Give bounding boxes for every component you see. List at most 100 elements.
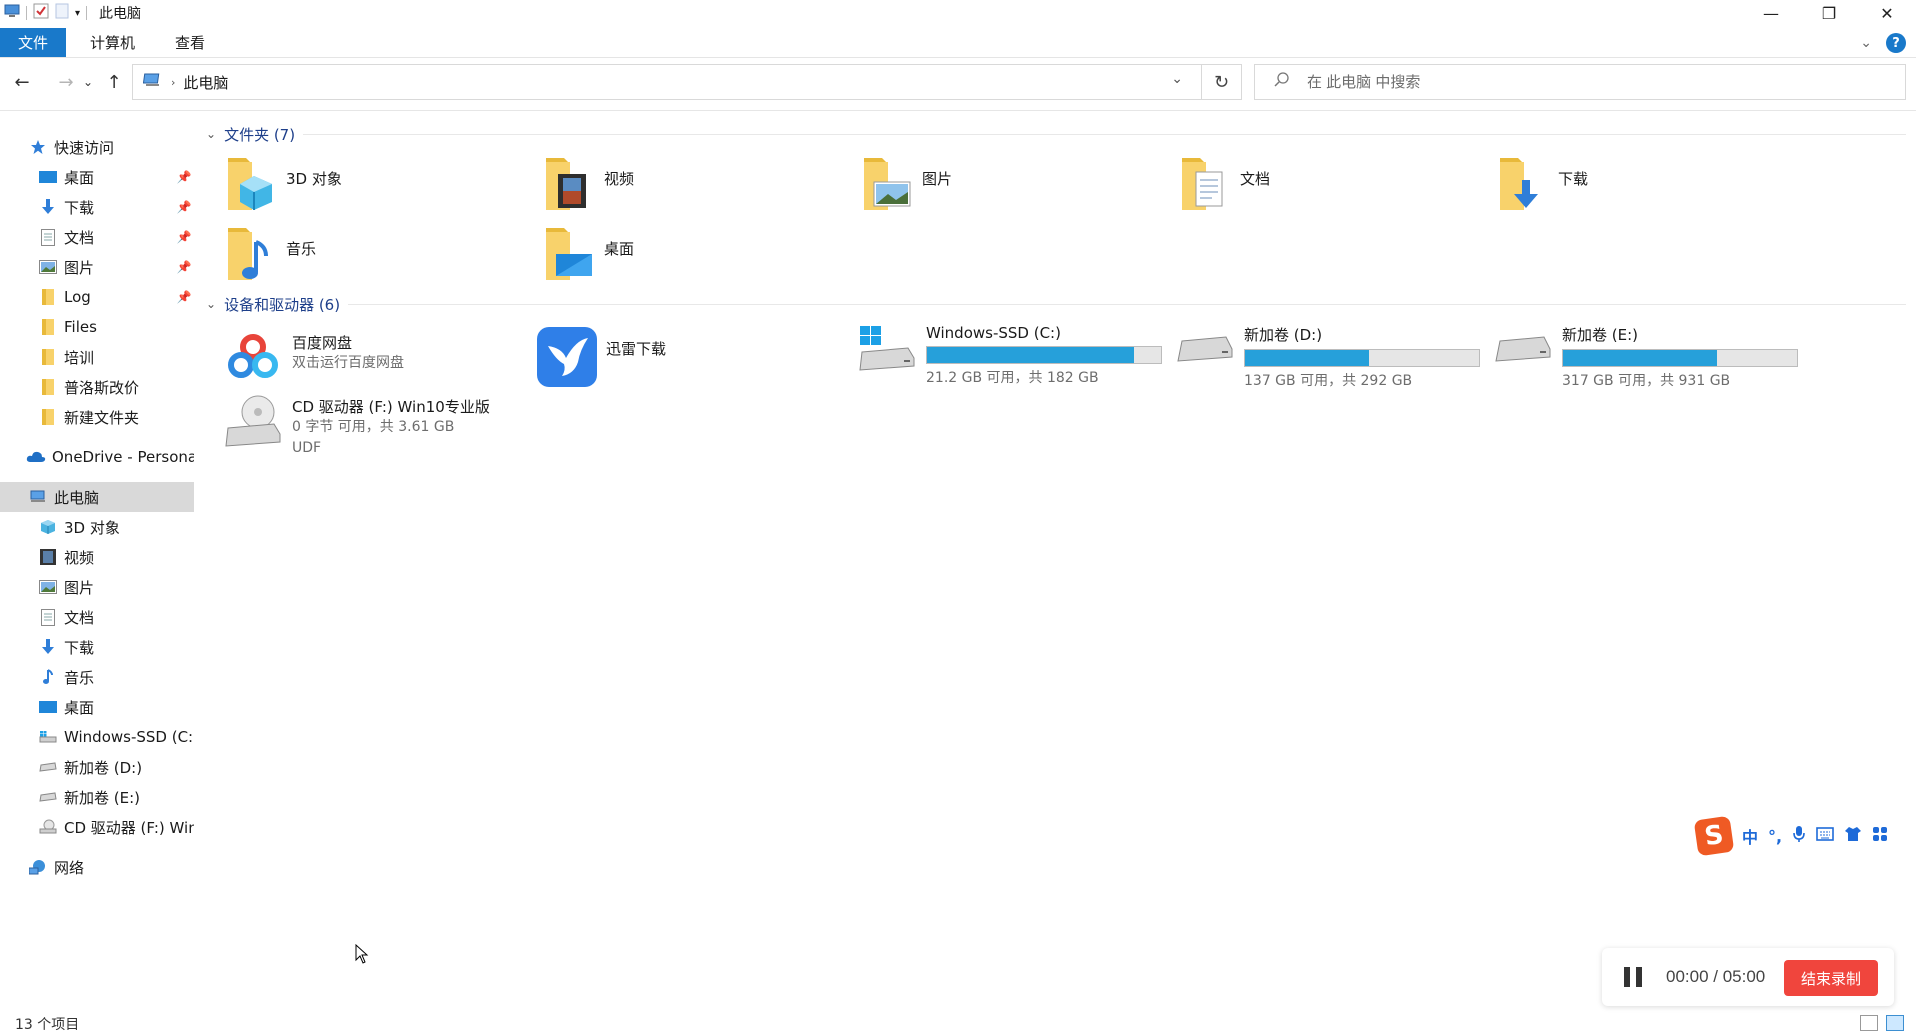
search-box[interactable] xyxy=(1254,64,1906,100)
pin-icon[interactable]: 📌 xyxy=(174,260,194,274)
pin-icon[interactable]: 📌 xyxy=(174,290,194,304)
pause-button[interactable] xyxy=(1624,967,1646,987)
sidebar-item-music[interactable]: 音乐 xyxy=(0,662,194,692)
tab-view[interactable]: 查看 xyxy=(159,28,221,57)
restore-button[interactable]: ❐ xyxy=(1800,0,1858,26)
details-view-icon[interactable] xyxy=(1860,1015,1878,1031)
sidebar-item-documents-pc[interactable]: 文档 xyxy=(0,602,194,632)
ime-mode-toggle[interactable]: 中 xyxy=(1742,824,1758,848)
sidebar-item-label: Files xyxy=(64,318,97,336)
sidebar-item-desktop[interactable]: 桌面 📌 xyxy=(0,162,194,192)
document-icon xyxy=(38,228,58,246)
tab-file[interactable]: 文件 xyxy=(0,28,67,57)
folder-documents[interactable]: 文档 xyxy=(1180,154,1480,214)
sidebar-item-files[interactable]: Files xyxy=(0,312,194,342)
sidebar-item-training[interactable]: 培训 xyxy=(0,342,194,372)
drive-c[interactable]: Windows-SSD (C:) 21.2 GB 可用，共 182 GB xyxy=(856,318,1166,388)
sidebar-item-pictures[interactable]: 图片 📌 xyxy=(0,252,194,282)
video-icon xyxy=(38,548,58,566)
up-button[interactable]: ↑ xyxy=(100,68,128,96)
folder-music[interactable]: 音乐 xyxy=(226,224,526,284)
address-bar[interactable]: › 此电脑 ⌄ ↻ xyxy=(132,64,1242,100)
sidebar-item-downloads-pc[interactable]: 下载 xyxy=(0,632,194,662)
sidebar-item-drive-e[interactable]: 新加卷 (E:) xyxy=(0,782,194,812)
drive-usage-fill xyxy=(1245,350,1370,366)
pin-icon[interactable]: 📌 xyxy=(174,200,194,214)
expand-ribbon-chevron-icon[interactable]: ⌄ xyxy=(1860,35,1872,51)
device-description: 双击运行百度网盘 xyxy=(292,355,404,371)
sidebar-item-this-pc[interactable]: 此电脑 xyxy=(0,482,194,512)
drive-e[interactable]: 新加卷 (E:) 317 GB 可用，共 931 GB xyxy=(1492,318,1802,389)
sogou-logo-icon[interactable]: S xyxy=(1693,815,1735,857)
sidebar-item-label: 文档 xyxy=(64,228,95,247)
customize-toolbar-chevron-icon[interactable]: ▾ xyxy=(75,8,80,19)
back-button[interactable]: ← xyxy=(8,68,36,96)
sidebar-item-drive-d[interactable]: 新加卷 (D:) xyxy=(0,752,194,782)
toolbox-grid-icon[interactable] xyxy=(1872,826,1888,846)
sidebar-item-pictures-pc[interactable]: 图片 xyxy=(0,572,194,602)
minimize-button[interactable]: — xyxy=(1742,0,1800,26)
properties-icon[interactable] xyxy=(33,3,49,23)
pin-icon[interactable]: 📌 xyxy=(174,170,194,184)
sidebar-item-label: 下载 xyxy=(64,638,95,657)
sidebar-item-documents[interactable]: 文档 📌 xyxy=(0,222,194,252)
sidebar-item-network[interactable]: 网络 xyxy=(0,852,194,882)
breadcrumb-separator-icon[interactable]: › xyxy=(171,76,175,89)
breadcrumb-this-pc[interactable]: 此电脑 xyxy=(183,72,228,93)
sidebar-item-price-change[interactable]: 普洛斯改价 xyxy=(0,372,194,402)
sidebar-item-3d-objects[interactable]: 3D 对象 xyxy=(0,512,194,542)
drive-icon xyxy=(1174,318,1236,380)
recent-locations-button[interactable]: ⌄ xyxy=(80,68,96,96)
keyboard-icon[interactable] xyxy=(1816,827,1834,845)
folders-group-header[interactable]: ⌄ 文件夹 (7) xyxy=(206,122,1906,146)
folder-label: 音乐 xyxy=(286,240,317,258)
sidebar-item-label: CD 驱动器 (F:) Win xyxy=(64,818,194,837)
devices-group-header[interactable]: ⌄ 设备和驱动器 (6) xyxy=(206,292,1906,316)
sidebar-item-drive-f[interactable]: CD 驱动器 (F:) Win xyxy=(0,812,194,842)
close-button[interactable]: ✕ xyxy=(1858,0,1916,26)
drive-free-space: 21.2 GB 可用，共 182 GB xyxy=(926,370,1099,386)
large-icons-view-icon[interactable] xyxy=(1886,1015,1904,1031)
tab-computer[interactable]: 计算机 xyxy=(74,28,151,57)
folder-videos[interactable]: 视频 xyxy=(544,154,844,214)
new-folder-icon[interactable] xyxy=(55,3,69,23)
sidebar-item-desktop-pc[interactable]: 桌面 xyxy=(0,692,194,722)
drive-f-cd[interactable]: CD 驱动器 (F:) Win10专业版 0 字节 可用，共 3.61 GB U… xyxy=(222,390,552,480)
folder-desktop[interactable]: 桌面 xyxy=(544,224,844,284)
drive-d[interactable]: 新加卷 (D:) 137 GB 可用，共 292 GB xyxy=(1174,318,1484,389)
help-button[interactable]: ? xyxy=(1886,33,1906,53)
folder-downloads[interactable]: 下载 xyxy=(1498,154,1798,214)
recording-timer: 00:00 / 05:00 xyxy=(1666,967,1766,986)
device-baidu-netdisk[interactable]: 百度网盘 双击运行百度网盘 xyxy=(222,326,532,396)
drive-filesystem: UDF xyxy=(292,440,322,456)
sidebar-item-onedrive[interactable]: OneDrive - Persona xyxy=(0,442,194,472)
folder-pictures[interactable]: 图片 xyxy=(862,154,1162,214)
microphone-icon[interactable] xyxy=(1792,825,1806,847)
sidebar-item-label: 培训 xyxy=(64,348,95,367)
skin-shirt-icon[interactable] xyxy=(1844,826,1862,846)
punctuation-toggle[interactable]: °, xyxy=(1768,827,1782,846)
address-history-chevron-icon[interactable]: ⌄ xyxy=(1171,71,1183,87)
sidebar-item-label: 普洛斯改价 xyxy=(64,378,140,397)
pin-icon[interactable]: 📌 xyxy=(174,230,194,244)
device-xunlei[interactable]: 迅雷下载 xyxy=(536,326,846,396)
sidebar-item-new-folder[interactable]: 新建文件夹 xyxy=(0,402,194,432)
sidebar-item-videos[interactable]: 视频 xyxy=(0,542,194,572)
forward-button[interactable]: → xyxy=(52,68,80,96)
xunlei-icon xyxy=(536,326,598,388)
chevron-down-icon[interactable]: ⌄ xyxy=(206,297,216,311)
refresh-button[interactable]: ↻ xyxy=(1201,65,1241,99)
computer-icon[interactable] xyxy=(4,4,20,22)
sidebar-item-label: 图片 xyxy=(64,258,95,277)
search-input[interactable] xyxy=(1307,73,1867,91)
stop-recording-button[interactable]: 结束录制 xyxy=(1784,960,1878,996)
sidebar-item-downloads[interactable]: 下载 📌 xyxy=(0,192,194,222)
sidebar-item-quick-access[interactable]: 快速访问 xyxy=(0,132,194,162)
drive-icon xyxy=(38,788,58,806)
folder-3d-objects[interactable]: 3D 对象 xyxy=(226,154,526,214)
sidebar-item-log[interactable]: Log 📌 xyxy=(0,282,194,312)
download-icon xyxy=(38,638,58,656)
chevron-down-icon[interactable]: ⌄ xyxy=(206,127,216,141)
sidebar-item-drive-c[interactable]: Windows-SSD (C:) xyxy=(0,722,194,752)
folder-label: 文档 xyxy=(1240,170,1271,188)
